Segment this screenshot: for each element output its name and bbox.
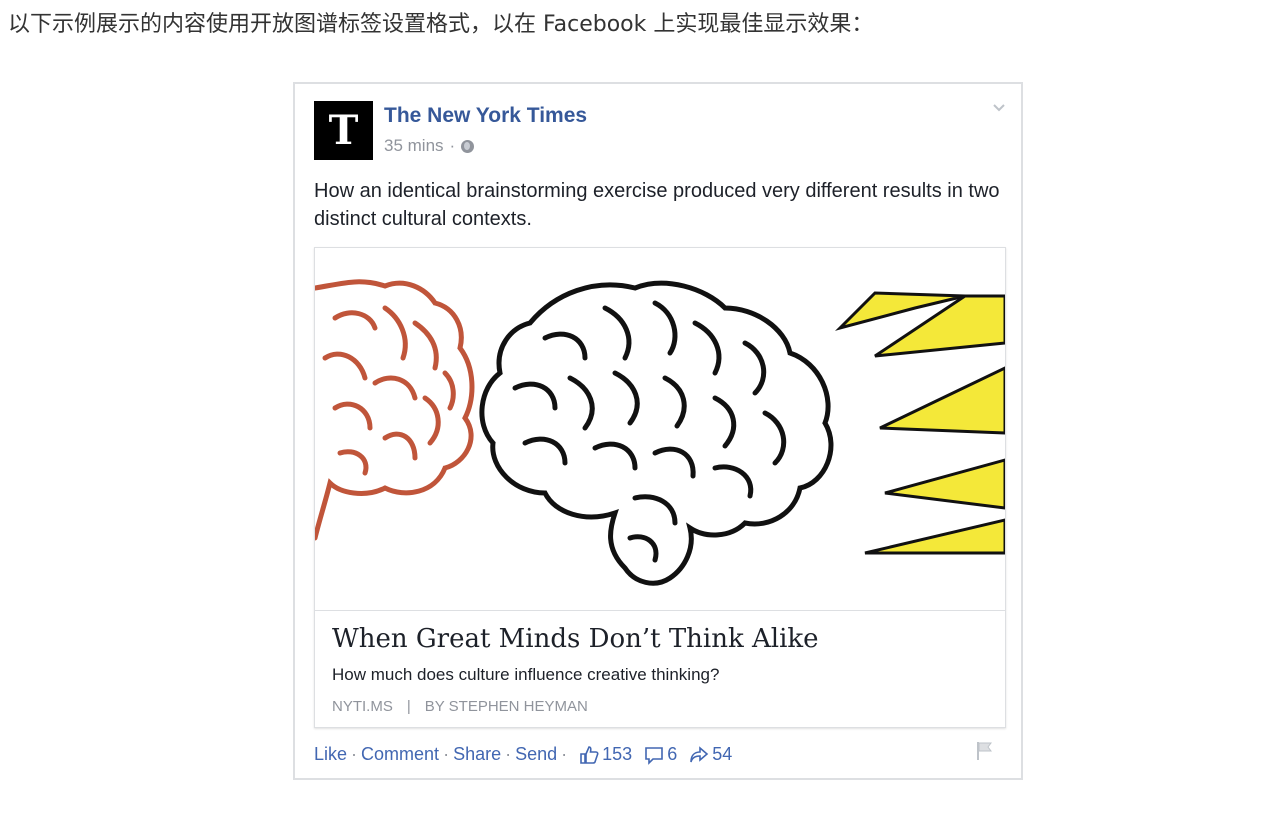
comments-count-link[interactable]: 6 (644, 744, 677, 765)
post-message: How an identical brainstorming exercise … (314, 180, 1000, 230)
meta-separator: · (449, 136, 456, 155)
article-title[interactable]: When Great Minds Don’t Think Alike (332, 624, 819, 654)
action-separator: · (443, 744, 450, 764)
comment-bubble-icon (645, 746, 664, 765)
brains-illustration (315, 279, 1005, 586)
intro-text: 以下示例展示的内容使用开放图谱标签设置格式，以在 Facebook 上实现最佳显… (8, 12, 874, 37)
share-arrow-icon (690, 745, 709, 762)
nyt-logo-icon[interactable]: T (314, 101, 373, 160)
flag-icon[interactable] (975, 741, 993, 761)
facebook-post-card: T The New York Times 35 mins · How an id… (293, 82, 1023, 780)
chevron-down-icon[interactable] (993, 102, 1005, 114)
comment-link[interactable]: Comment (361, 744, 439, 765)
comments-count: 6 (667, 744, 678, 764)
article-description: How much does culture influence creative… (332, 665, 720, 684)
likes-count: 153 (602, 744, 633, 764)
article-byline: BY STEPHEN HEYMAN (424, 698, 588, 715)
link-preview-card[interactable]: When Great Minds Don’t Think Alike How m… (314, 247, 1006, 728)
post-meta: 35 mins · (384, 136, 475, 156)
article-image[interactable] (315, 248, 1005, 611)
action-separator: · (351, 744, 358, 764)
like-link[interactable]: Like (314, 744, 347, 765)
page-name-link[interactable]: The New York Times (384, 104, 587, 128)
shares-count-link[interactable]: 54 (689, 744, 732, 765)
share-link[interactable]: Share (453, 744, 501, 765)
article-domain: NYTI.MS (332, 698, 393, 715)
post-actions-bar: Like · Comment · Share · Send · 153 6 54 (314, 744, 732, 765)
source-separator: | (406, 698, 411, 715)
shares-count: 54 (712, 744, 733, 764)
thumbs-up-icon (580, 745, 599, 764)
post-time[interactable]: 35 mins (384, 136, 444, 156)
action-separator: · (505, 744, 512, 764)
send-link[interactable]: Send (515, 744, 557, 765)
likes-count-link[interactable]: 153 (579, 744, 632, 765)
action-separator: · (561, 744, 568, 764)
article-source: NYTI.MS | BY STEPHEN HEYMAN (332, 698, 588, 715)
globe-icon (461, 139, 475, 153)
